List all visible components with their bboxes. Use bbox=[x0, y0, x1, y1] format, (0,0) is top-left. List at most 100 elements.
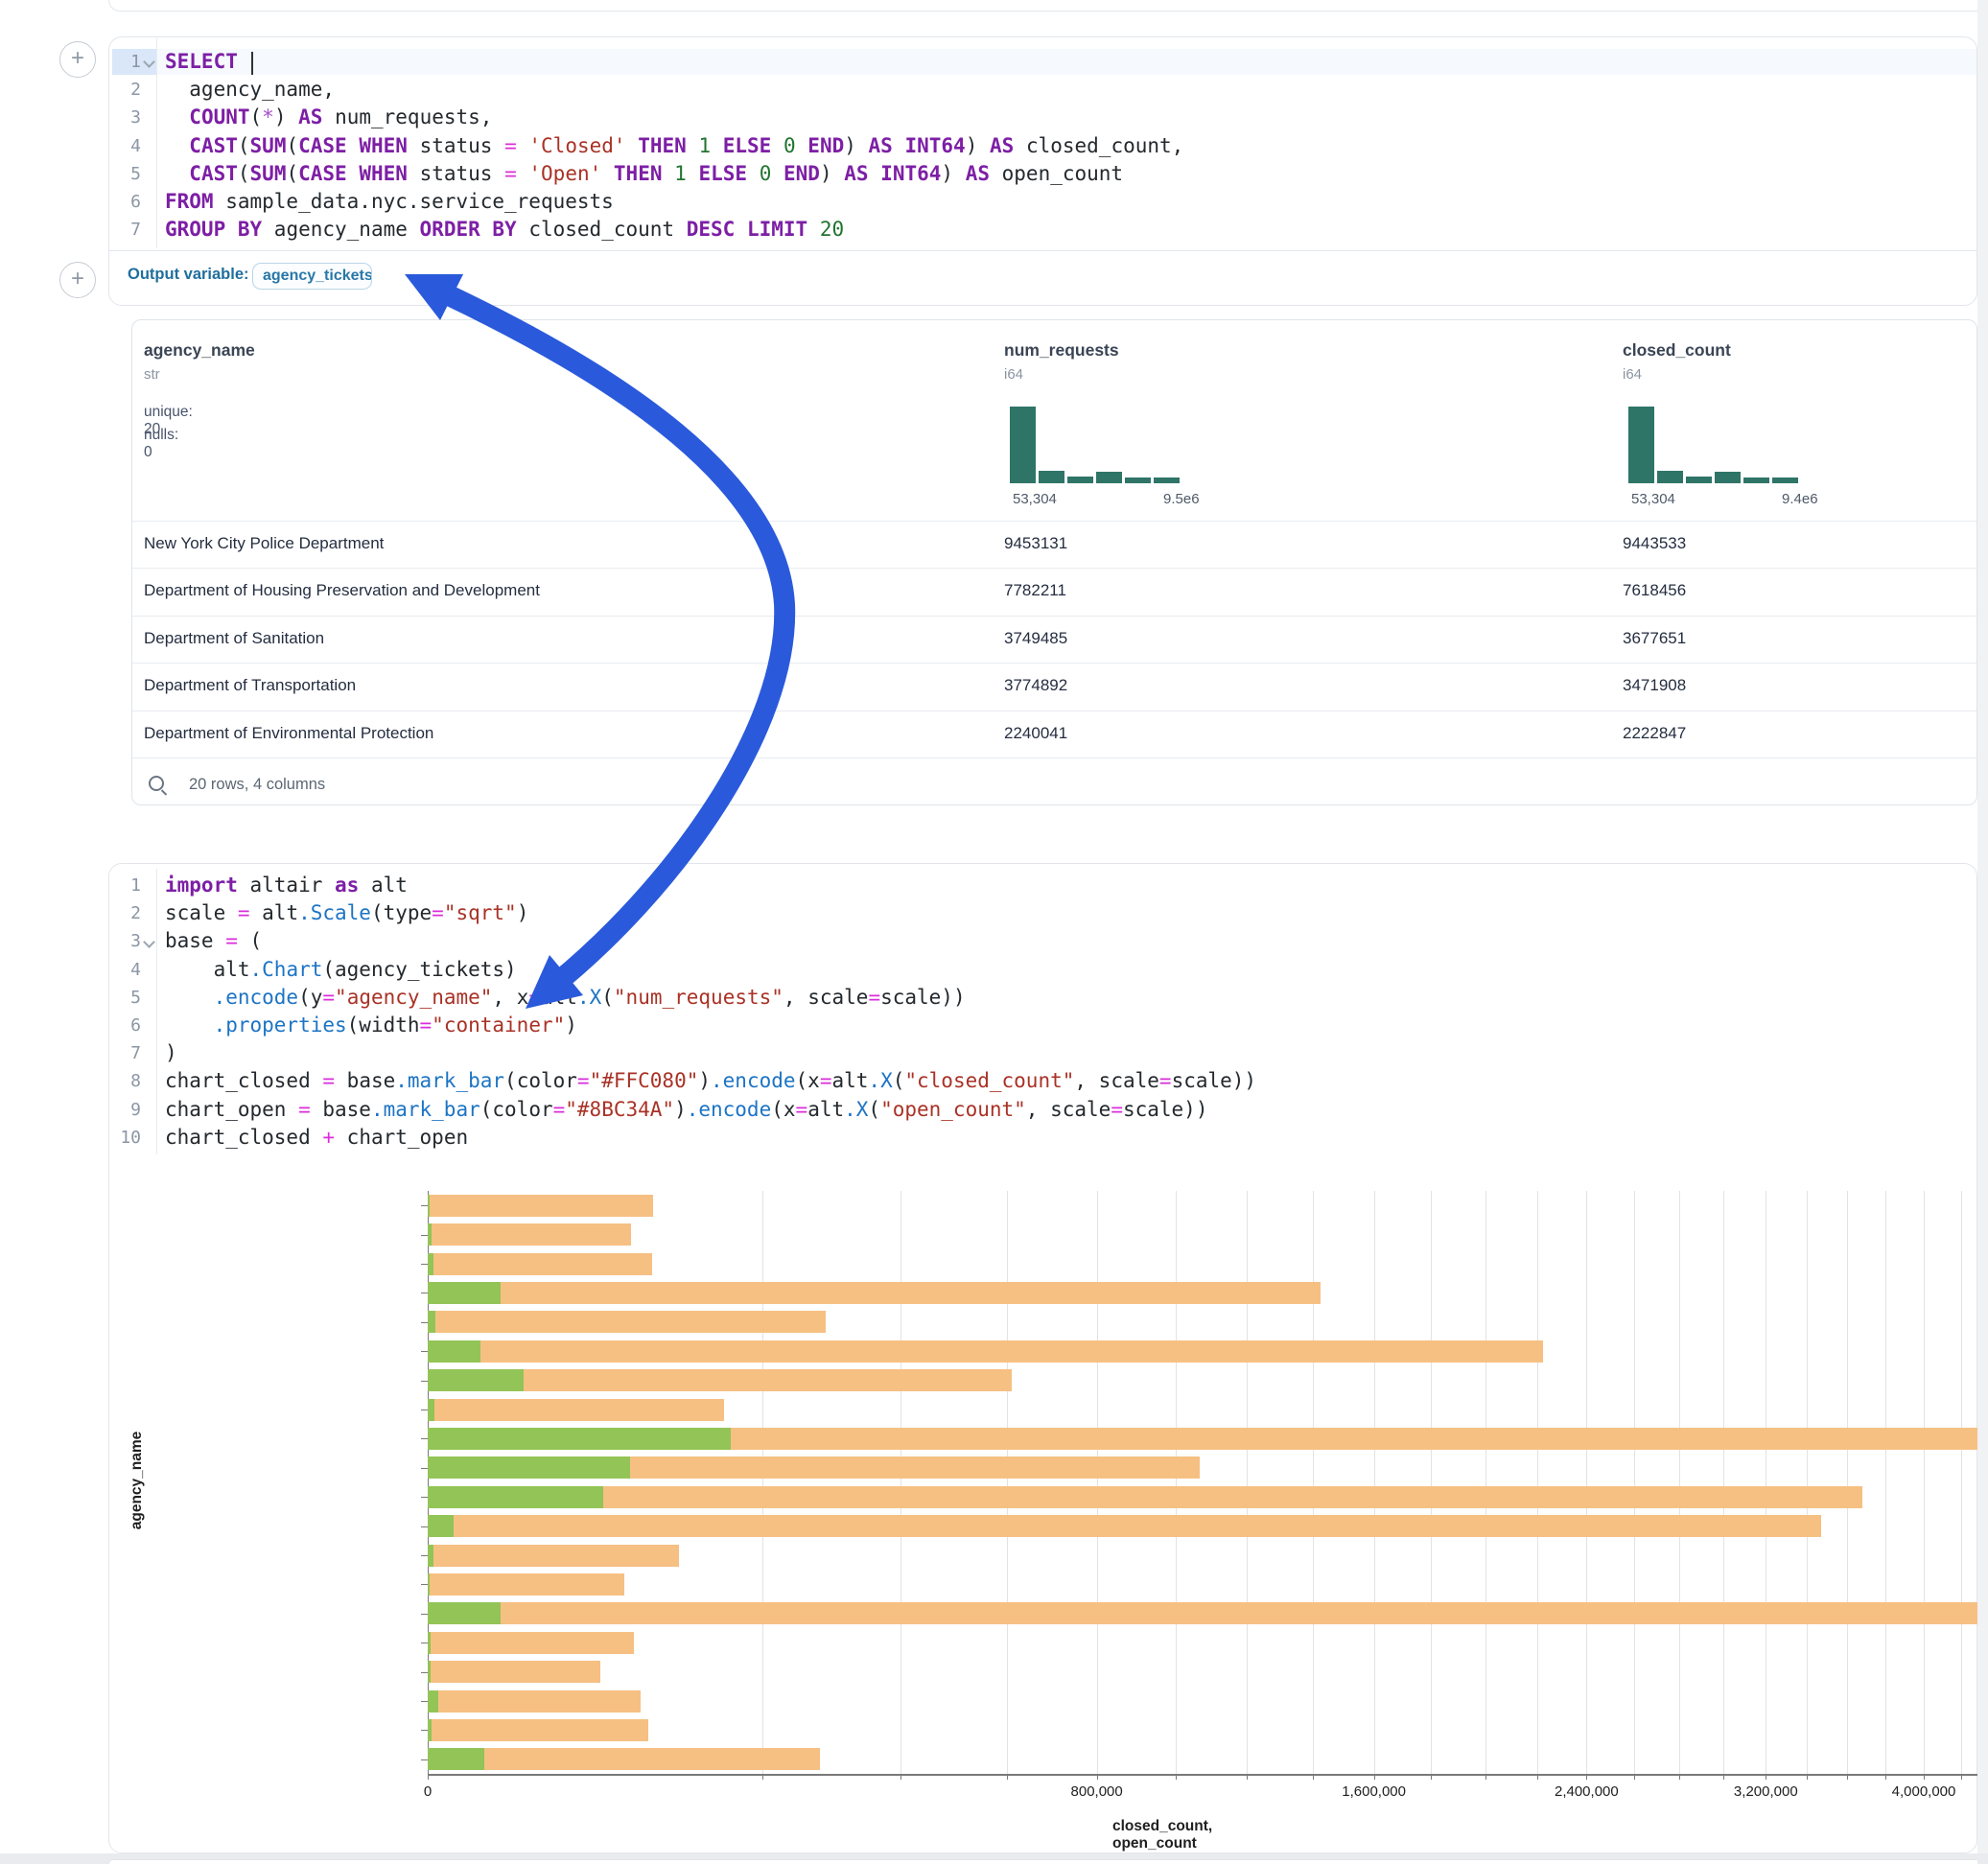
right-scroll-gutter[interactable] bbox=[1977, 0, 1988, 1864]
x-tick bbox=[1885, 1774, 1886, 1780]
code-token: AS bbox=[869, 134, 893, 157]
x-tick bbox=[1247, 1774, 1248, 1780]
y-tick bbox=[421, 1759, 428, 1760]
line-number: 2 bbox=[108, 899, 141, 927]
histogram-bar bbox=[1686, 477, 1712, 483]
x-tick bbox=[1537, 1774, 1538, 1780]
code-token: ) bbox=[698, 1069, 711, 1092]
cell-closed-count: 7618456 bbox=[1623, 581, 1686, 600]
code-token: open_count bbox=[990, 162, 1123, 185]
column-header-agency_name[interactable]: agency_name bbox=[144, 340, 255, 361]
add-cell-button-between[interactable]: + bbox=[59, 262, 96, 298]
code-token: .encode bbox=[711, 1069, 796, 1092]
bar-open-count bbox=[428, 1369, 524, 1391]
code-token: "container" bbox=[432, 1014, 565, 1037]
line-number: 1 bbox=[108, 48, 141, 76]
code-token: ) bbox=[674, 1098, 687, 1121]
code-line: base = ( bbox=[165, 927, 1256, 955]
code-token: .X bbox=[868, 1069, 892, 1092]
code-token: = bbox=[504, 134, 517, 157]
code-token: .Scale bbox=[298, 901, 371, 924]
x-tick bbox=[1374, 1774, 1375, 1780]
code-token: .properties bbox=[214, 1014, 347, 1037]
text-cursor bbox=[251, 52, 253, 75]
cell-agency-name: Department of Sanitation bbox=[144, 629, 324, 648]
add-cell-button-top[interactable]: + bbox=[59, 41, 96, 78]
code-token: ( bbox=[238, 929, 262, 952]
sql-code-editor[interactable]: SELECT agency_name, COUNT(*) AS num_requ… bbox=[165, 48, 1183, 244]
code-token: ELSE bbox=[698, 162, 747, 185]
code-token: "closed_count" bbox=[904, 1069, 1074, 1092]
table-row[interactable]: New York City Police Department945313194… bbox=[132, 521, 1976, 568]
gridline bbox=[1885, 1191, 1886, 1774]
code-token: , scale bbox=[784, 986, 869, 1009]
output-variable-input[interactable]: agency_tickets bbox=[252, 263, 372, 290]
code-token: ) bbox=[165, 1041, 177, 1064]
code-token bbox=[747, 162, 760, 185]
column-type: i64 bbox=[1004, 366, 1023, 383]
cell-agency-name: New York City Police Department bbox=[144, 534, 384, 553]
code-token: ( bbox=[238, 162, 250, 185]
code-token: .mark_bar bbox=[395, 1069, 504, 1092]
code-token: base bbox=[335, 1069, 395, 1092]
bar-open-count bbox=[428, 1573, 430, 1596]
code-token: = bbox=[577, 1069, 590, 1092]
code-token: import bbox=[165, 874, 238, 897]
cell-agency-name: Department of Transportation bbox=[144, 676, 356, 695]
line-number: 10 bbox=[108, 1124, 141, 1152]
code-token: alt bbox=[807, 1098, 844, 1121]
code-line: chart_open = base.mark_bar(color="#8BC34… bbox=[165, 1096, 1256, 1124]
gridline bbox=[1586, 1191, 1587, 1774]
code-token: base bbox=[165, 929, 225, 952]
code-line: alt.Chart(agency_tickets) bbox=[165, 956, 1256, 984]
x-tick bbox=[1924, 1774, 1925, 1780]
code-token: 1 bbox=[698, 134, 711, 157]
code-token: AS bbox=[844, 162, 868, 185]
column-histogram bbox=[1628, 407, 1798, 483]
code-token: ) bbox=[565, 1014, 577, 1037]
code-token: ) bbox=[941, 162, 965, 185]
y-tick bbox=[421, 1584, 428, 1585]
column-header-num_requests[interactable]: num_requests bbox=[1004, 340, 1119, 361]
code-token: = bbox=[820, 1069, 832, 1092]
python-code-editor[interactable]: import altair as altscale = alt.Scale(ty… bbox=[165, 872, 1256, 1152]
code-token bbox=[771, 134, 784, 157]
y-tick bbox=[421, 1235, 428, 1236]
code-token: , x bbox=[492, 986, 528, 1009]
chart-y-axis-line bbox=[428, 1191, 429, 1774]
code-line: .properties(width="container") bbox=[165, 1012, 1256, 1039]
code-token: chart_open bbox=[165, 1098, 298, 1121]
table-row[interactable]: Department of Housing Preservation and D… bbox=[132, 568, 1976, 615]
code-token bbox=[687, 134, 699, 157]
code-token bbox=[165, 986, 214, 1009]
code-token: alt bbox=[541, 986, 577, 1009]
x-tick bbox=[900, 1774, 901, 1780]
code-token: (x bbox=[771, 1098, 795, 1121]
code-line: import altair as alt bbox=[165, 872, 1256, 899]
code-token: status bbox=[408, 162, 504, 185]
y-tick bbox=[421, 1672, 428, 1673]
code-token: "#FFC080" bbox=[590, 1069, 699, 1092]
table-row[interactable]: Department of Environmental Protection22… bbox=[132, 711, 1976, 757]
code-token: = bbox=[553, 1098, 566, 1121]
code-token: 20 bbox=[820, 218, 844, 241]
chart-x-axis-line bbox=[428, 1774, 1977, 1776]
next-cell-edge bbox=[108, 1859, 1977, 1864]
sql-fold-chevron-icon[interactable] bbox=[145, 58, 154, 67]
y-tick bbox=[421, 1468, 428, 1469]
table-row[interactable]: Department of Transportation377489234719… bbox=[132, 663, 1976, 710]
code-token: scale)) bbox=[1172, 1069, 1257, 1092]
column-header-closed_count[interactable]: closed_count bbox=[1623, 340, 1731, 361]
bar-closed-count bbox=[428, 1661, 600, 1683]
search-icon[interactable] bbox=[149, 776, 164, 791]
y-tick bbox=[421, 1438, 428, 1439]
bar-closed-count bbox=[428, 1602, 1977, 1624]
bar-open-count bbox=[428, 1661, 431, 1683]
python-fold-chevron-icon[interactable] bbox=[145, 938, 154, 947]
bar-closed-count bbox=[428, 1573, 624, 1596]
table-row[interactable]: Department of Sanitation37494853677651 bbox=[132, 616, 1976, 663]
line-number: 6 bbox=[108, 1012, 141, 1039]
code-token: = bbox=[432, 901, 444, 924]
code-token bbox=[165, 105, 189, 128]
previous-cell-edge bbox=[108, 0, 1977, 12]
